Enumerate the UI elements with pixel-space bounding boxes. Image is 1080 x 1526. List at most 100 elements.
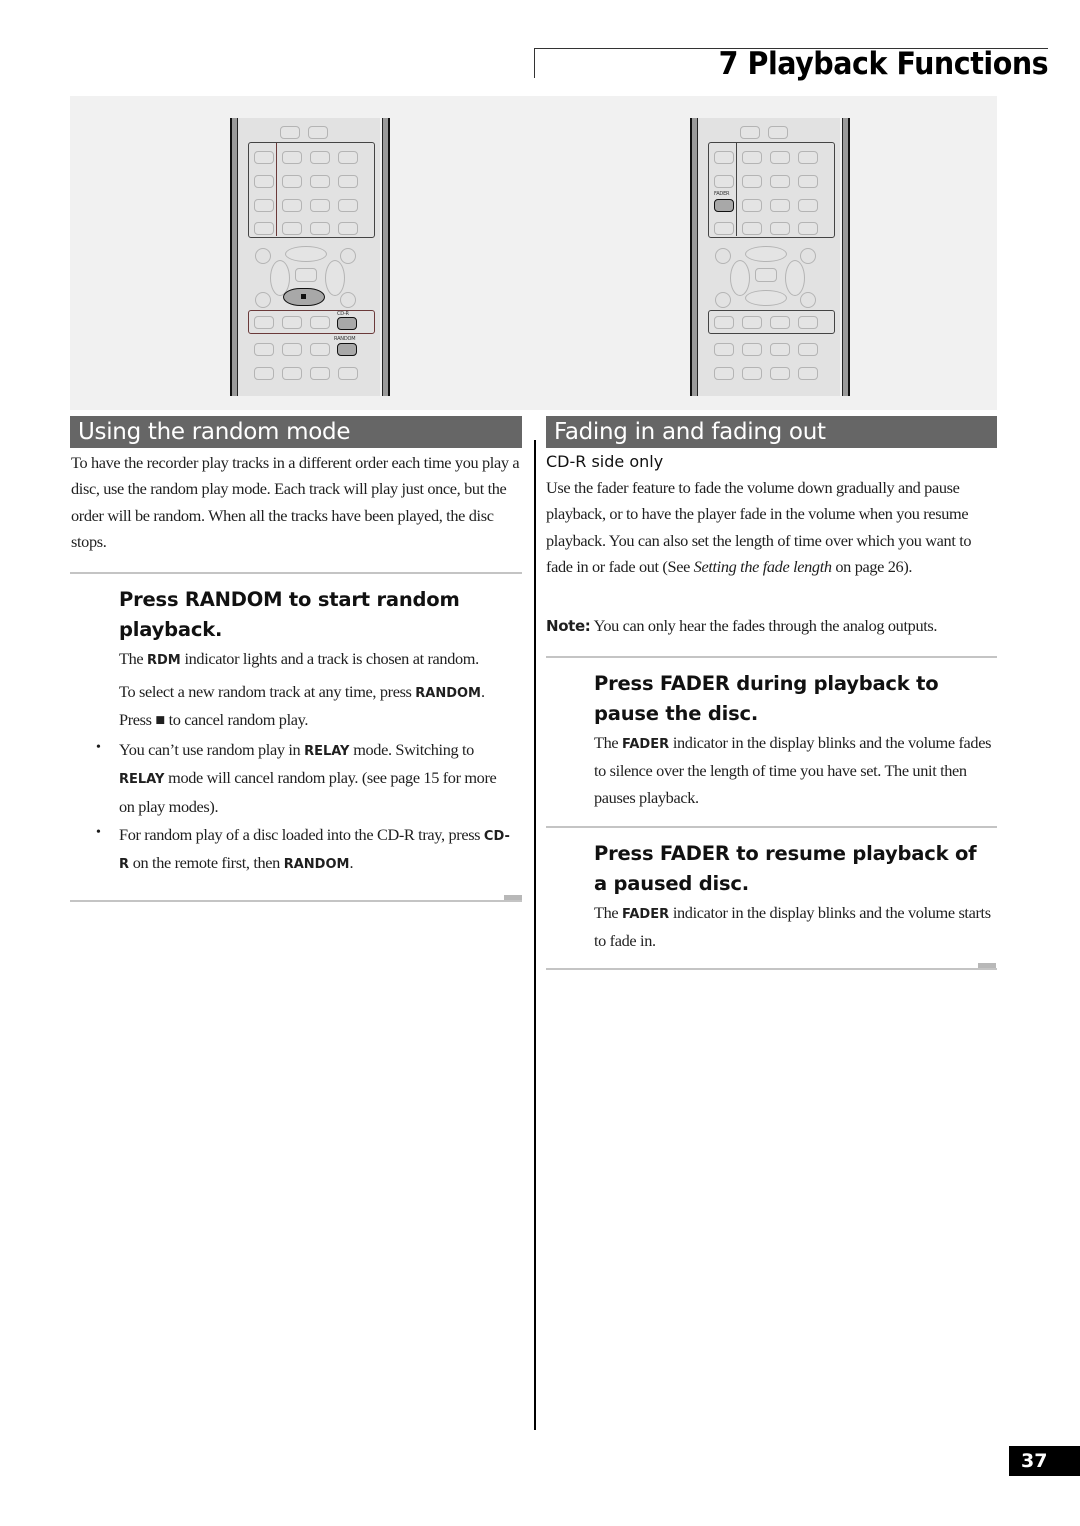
- remote-illustration-panel: [70, 96, 997, 410]
- remote-edge: [382, 118, 390, 396]
- text: mode. Switching to: [349, 740, 474, 759]
- text: on the remote first, then: [129, 853, 284, 873]
- remote-button: [310, 151, 330, 164]
- chapter-title: 7 Playback Functions: [718, 46, 1048, 82]
- remote-round-button: [715, 292, 731, 308]
- bullet-item-cdr: For random play of a disc loaded into th…: [119, 822, 514, 879]
- divider: [546, 656, 997, 658]
- remote-button: [714, 367, 734, 380]
- remote-edge: [690, 118, 698, 396]
- remote-button: [254, 316, 274, 329]
- text: You can only hear the fades through the …: [590, 616, 938, 635]
- remote-button: [310, 343, 330, 356]
- remote-button: [798, 343, 818, 356]
- text: The: [594, 903, 622, 922]
- remote-button: [282, 199, 302, 212]
- remote-button: [714, 222, 734, 235]
- text: on page 26).: [831, 556, 913, 576]
- remote-button: [798, 199, 818, 212]
- header-rule-tick: [534, 48, 535, 78]
- remote-button: [770, 316, 790, 329]
- remote-button: [770, 175, 790, 188]
- random-keyword: RANDOM: [415, 686, 481, 701]
- remote-button: [254, 175, 274, 188]
- remote-button: [798, 175, 818, 188]
- fader-resume-description: The FADER indicator in the display blink…: [594, 900, 994, 955]
- remote-button: [338, 175, 358, 188]
- bullet-item-relay: You can’t use random play in RELAY mode.…: [119, 737, 514, 820]
- step-title-random: Press RANDOM to start random playback.: [119, 588, 460, 641]
- fader-button-label: FADER: [714, 191, 730, 197]
- remote-button: [770, 151, 790, 164]
- remote-button: [310, 199, 330, 212]
- fader-button-highlight: [714, 199, 734, 212]
- nav-up-button: [745, 246, 787, 262]
- remote-button: [338, 222, 358, 235]
- note-label: Note:: [546, 617, 591, 635]
- fader-pause-description: The FADER indicator in the display blink…: [594, 730, 994, 811]
- divider: [546, 968, 997, 970]
- stop-button-highlight: [283, 288, 325, 306]
- remote-button: [310, 175, 330, 188]
- text: mode will cancel random play. (see page …: [119, 768, 497, 816]
- remote-button: [310, 222, 330, 235]
- remote-round-button: [255, 292, 271, 308]
- step-title-fader-resume: Press FADER to resume playback of a paus…: [594, 842, 977, 895]
- panel-divider: [276, 143, 277, 236]
- remote-button: [714, 316, 734, 329]
- remote-button: [310, 316, 330, 329]
- remote-button: [282, 151, 302, 164]
- fader-keyword: FADER: [621, 907, 670, 922]
- relay-keyword: RELAY: [119, 772, 165, 788]
- remote-button: [798, 367, 818, 380]
- text: The: [119, 649, 147, 668]
- nav-right-button: [785, 260, 805, 296]
- random-step-line1: The RDM indicator lights and a track is …: [119, 646, 529, 674]
- remote-button: [768, 126, 788, 139]
- remote-button: [740, 126, 760, 139]
- remote-button: [338, 199, 358, 212]
- remote-button: [282, 175, 302, 188]
- nav-right-button: [325, 260, 345, 296]
- rdm-keyword: RDM: [146, 653, 181, 668]
- divider: [546, 826, 997, 828]
- text: .: [349, 853, 354, 873]
- cdr-side-only-label: CD-R side only: [546, 452, 664, 471]
- remote-button: [282, 343, 302, 356]
- remote-button: [254, 199, 274, 212]
- nav-up-button: [285, 246, 327, 262]
- fading-intro: Use the fader feature to fade the volume…: [546, 475, 998, 580]
- text: indicator lights and a track is chosen a…: [180, 649, 479, 668]
- remote-button: [770, 199, 790, 212]
- remote-round-button: [715, 248, 731, 264]
- remote-button: [798, 316, 818, 329]
- stop-icon: [301, 294, 306, 299]
- remote-button: [742, 175, 762, 188]
- remote-button: [282, 222, 302, 235]
- random-intro: To have the recorder play tracks in a di…: [71, 453, 520, 551]
- nav-center-button: [295, 268, 317, 282]
- bullet-icon: •: [96, 740, 101, 755]
- section-heading-random: Using the random mode: [70, 416, 522, 448]
- remote-round-button: [800, 292, 816, 308]
- remote-illustration-random: CD-R RANDOM: [230, 118, 390, 396]
- text: You can’t use random play in: [119, 740, 305, 759]
- nav-center-button: [755, 268, 777, 282]
- remote-button: [254, 367, 274, 380]
- remote-edge: [842, 118, 850, 396]
- remote-button: [254, 151, 274, 164]
- remote-round-button: [340, 292, 356, 308]
- remote-button: [770, 367, 790, 380]
- text: Press: [119, 710, 156, 730]
- remote-button: [282, 316, 302, 329]
- remote-button: [254, 222, 274, 235]
- remote-button: [770, 343, 790, 356]
- text: The: [594, 733, 622, 752]
- nav-left-button: [730, 260, 750, 296]
- remote-button: [742, 316, 762, 329]
- remote-button: [770, 222, 790, 235]
- text: To select a new random track at any time…: [119, 682, 416, 701]
- step-title-fader-pause: Press FADER during playback to pause the…: [594, 672, 939, 725]
- remote-button: [714, 343, 734, 356]
- remote-round-button: [800, 248, 816, 264]
